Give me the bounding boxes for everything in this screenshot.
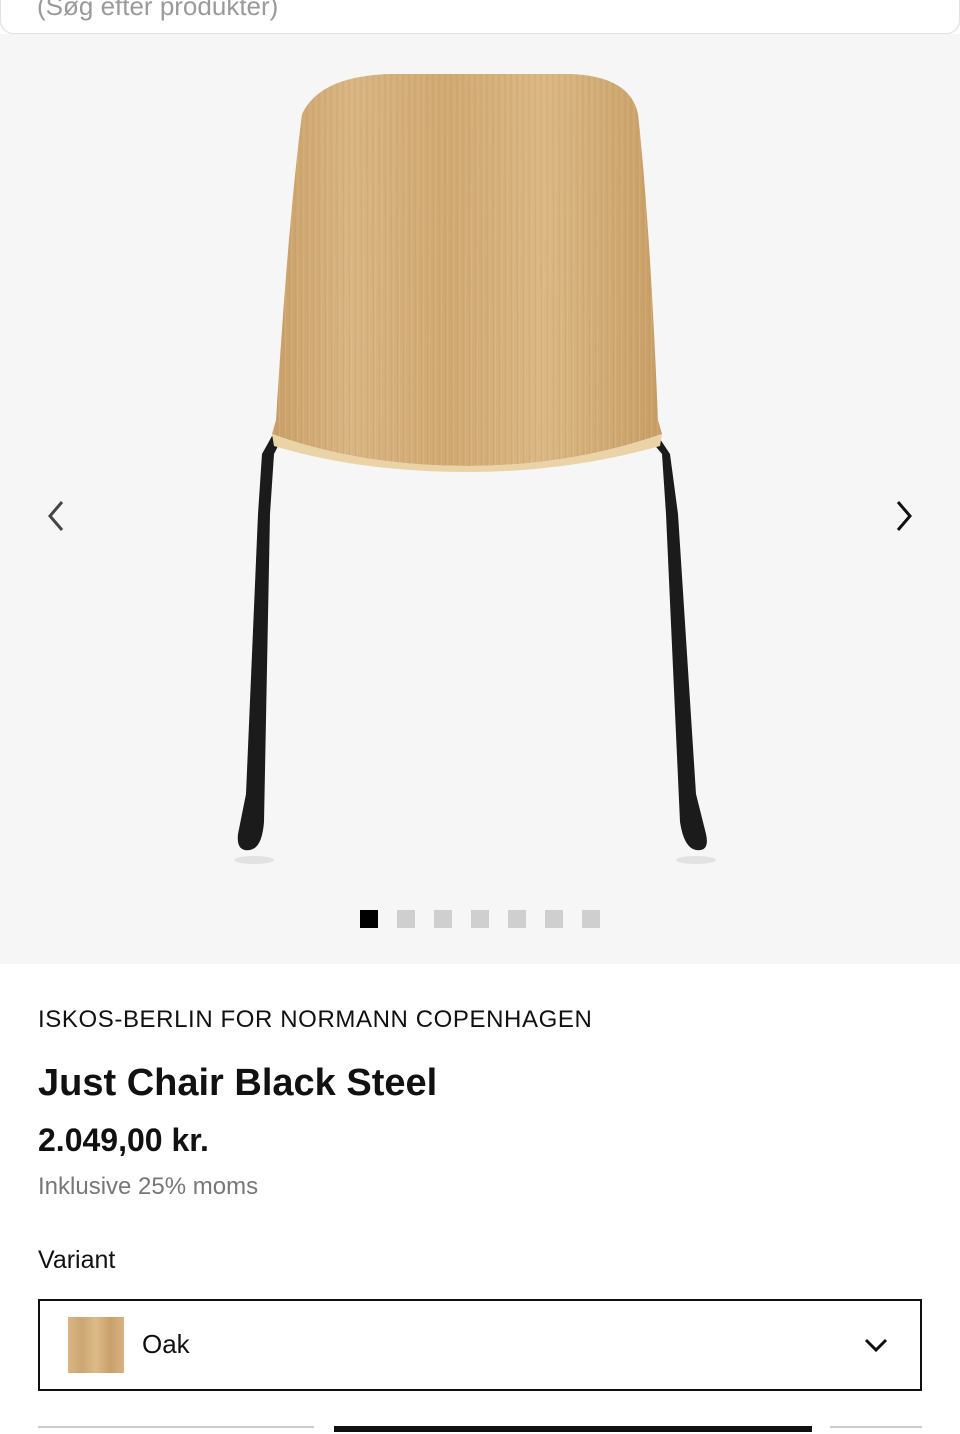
gallery-dot[interactable] bbox=[434, 910, 452, 928]
gallery-prev-button[interactable] bbox=[34, 494, 78, 538]
oak-swatch bbox=[68, 1317, 124, 1373]
product-price: 2.049,00 kr. bbox=[38, 1122, 209, 1158]
add-to-cart-button[interactable] bbox=[334, 1426, 812, 1432]
product-title: Just Chair Black Steel bbox=[38, 1062, 438, 1104]
search-placeholder: (Søg efter produkter) bbox=[37, 0, 279, 21]
gallery-dot[interactable] bbox=[471, 910, 489, 928]
gallery-dot[interactable] bbox=[508, 910, 526, 928]
chevron-left-icon bbox=[48, 501, 64, 531]
product-image bbox=[234, 74, 716, 864]
top-bar: (Søg efter produkter) bbox=[0, 0, 960, 34]
wishlist-button[interactable] bbox=[830, 1426, 922, 1434]
quantity-stepper[interactable] bbox=[38, 1426, 314, 1434]
gallery-dot[interactable] bbox=[582, 910, 600, 928]
gallery-dot[interactable] bbox=[545, 910, 563, 928]
search-input[interactable]: (Søg efter produkter) bbox=[0, 0, 960, 34]
vat-note: Inklusive 25% moms bbox=[38, 1173, 259, 1200]
product-brand[interactable]: ISKOS-BERLIN FOR NORMANN COPENHAGEN bbox=[38, 1006, 592, 1034]
variant-label: Variant bbox=[38, 1246, 116, 1274]
gallery-pagination bbox=[0, 910, 960, 928]
variant-selected-value: Oak bbox=[142, 1329, 190, 1359]
chevron-down-icon bbox=[864, 1338, 888, 1353]
variant-select[interactable]: Oak bbox=[38, 1299, 922, 1391]
product-gallery[interactable] bbox=[0, 34, 960, 964]
gallery-next-button[interactable] bbox=[882, 494, 926, 538]
gallery-dot[interactable] bbox=[360, 910, 378, 928]
chevron-right-icon bbox=[896, 501, 912, 531]
gallery-dot[interactable] bbox=[397, 910, 415, 928]
